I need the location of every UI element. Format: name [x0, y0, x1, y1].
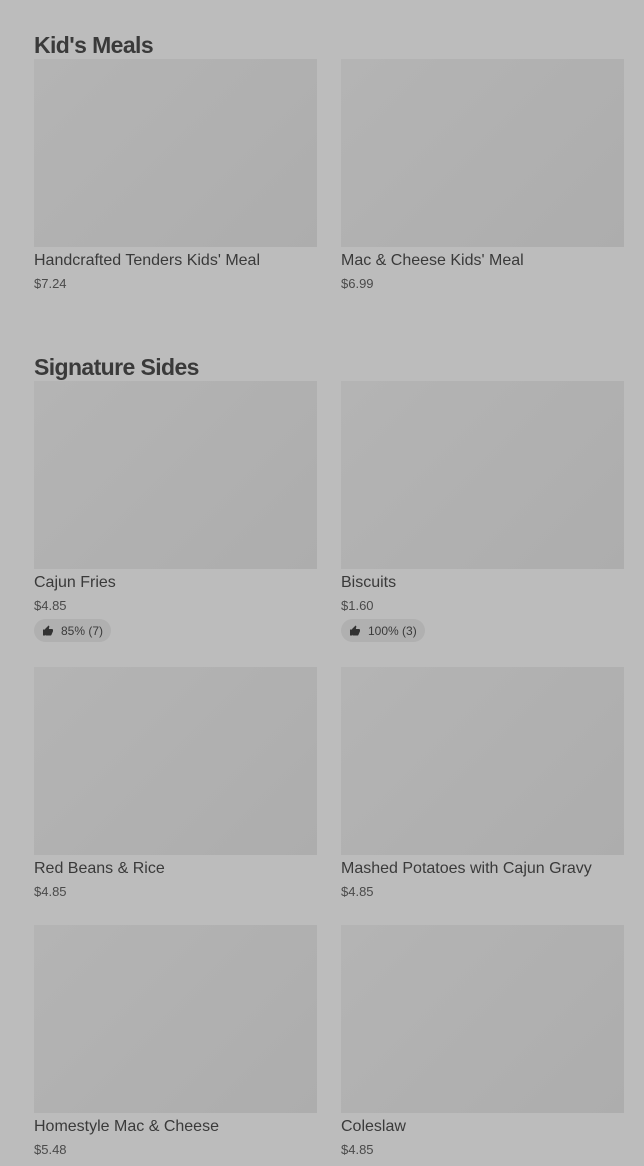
- menu-item-price: $1.60: [341, 598, 374, 613]
- menu-item-price: $4.85: [34, 884, 67, 899]
- rating-text: 85% (7): [61, 623, 104, 638]
- menu-item-card[interactable]: Cajun Fries $4.85 85% (7): [34, 381, 317, 642]
- section-title-signature-sides: Signature Sides: [34, 354, 199, 381]
- menu-item-card[interactable]: Handcrafted Tenders Kids' Meal $7.24: [34, 59, 317, 291]
- thumbs-up-icon: [43, 625, 53, 635]
- menu-item-image: [341, 59, 624, 247]
- menu-item-image: [34, 667, 317, 855]
- menu-item-name: Red Beans & Rice: [34, 860, 165, 877]
- menu-item-name: Coleslaw: [341, 1118, 406, 1135]
- menu-item-price: $4.85: [341, 884, 374, 899]
- menu-item-card[interactable]: Biscuits $1.60 100% (3): [341, 381, 624, 642]
- menu-item-price: $4.85: [34, 598, 67, 613]
- menu-item-name: Mac & Cheese Kids' Meal: [341, 252, 524, 269]
- rating-text: 100% (3): [368, 623, 417, 638]
- menu-item-name: Cajun Fries: [34, 574, 116, 591]
- menu-item-image: [341, 925, 624, 1113]
- menu-item-price: $7.24: [34, 276, 67, 291]
- menu-item-name: Mashed Potatoes with Cajun Gravy: [341, 860, 592, 877]
- rating-badge: 100% (3): [341, 619, 425, 642]
- menu-item-image: [341, 667, 624, 855]
- menu-item-card[interactable]: Homestyle Mac & Cheese $5.48: [34, 925, 317, 1157]
- menu-item-image: [341, 381, 624, 569]
- menu-item-name: Handcrafted Tenders Kids' Meal: [34, 252, 260, 269]
- menu-item-image: [34, 925, 317, 1113]
- menu-item-price: $6.99: [341, 276, 374, 291]
- menu-item-name: Homestyle Mac & Cheese: [34, 1118, 219, 1135]
- menu-item-image: [34, 381, 317, 569]
- menu-item-price: $4.85: [341, 1142, 374, 1157]
- rating-badge: 85% (7): [34, 619, 112, 642]
- thumbs-up-icon: [350, 625, 360, 635]
- menu-item-card[interactable]: Coleslaw $4.85: [341, 925, 624, 1157]
- section-title-kids-meals: Kid's Meals: [34, 32, 154, 59]
- menu-item-name: Biscuits: [341, 574, 397, 591]
- menu-item-price: $5.48: [34, 1142, 67, 1157]
- menu-item-card[interactable]: Mashed Potatoes with Cajun Gravy $4.85: [341, 667, 624, 899]
- menu-item-image: [34, 59, 317, 247]
- menu-item-card[interactable]: Red Beans & Rice $4.85: [34, 667, 317, 899]
- menu-item-card[interactable]: Mac & Cheese Kids' Meal $6.99: [341, 59, 624, 291]
